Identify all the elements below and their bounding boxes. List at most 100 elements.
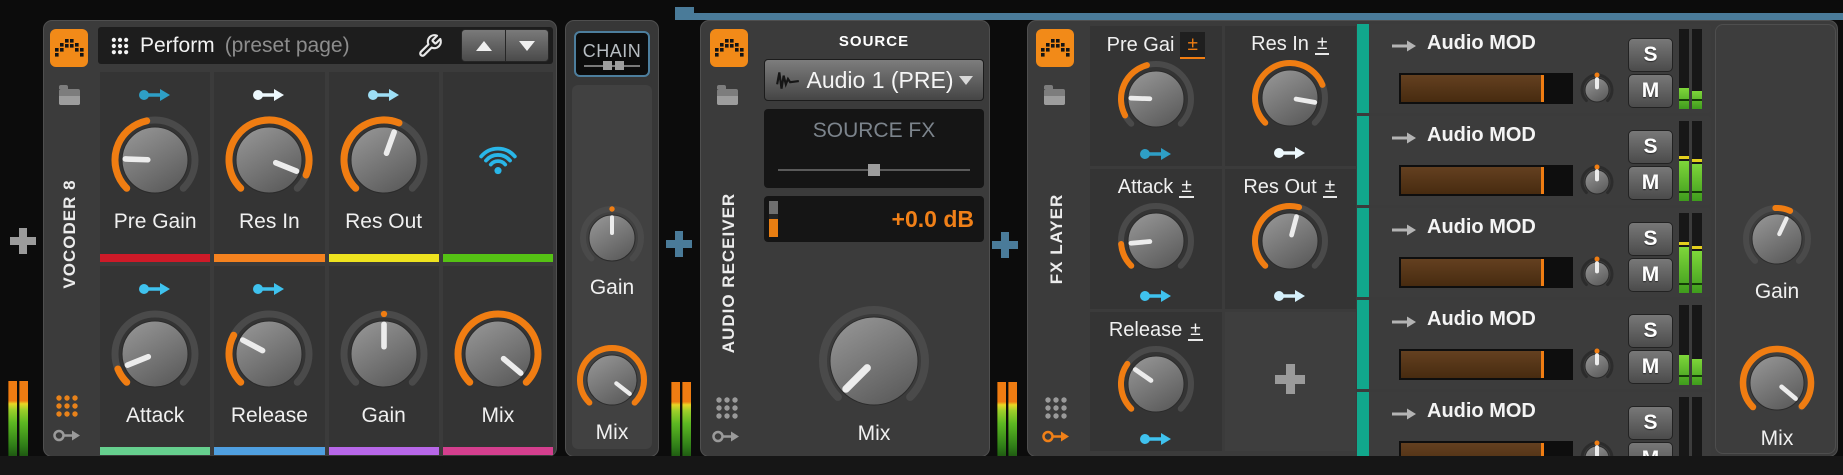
layer-mute-button[interactable]: M <box>1628 74 1673 108</box>
device-name-vertical: VOCODER 8 <box>60 179 80 288</box>
layer-volume-fader[interactable] <box>1399 73 1573 104</box>
pages-dots-icon[interactable] <box>110 36 130 56</box>
layer-row[interactable]: Audio MOD SM <box>1357 116 1711 205</box>
knob-mix[interactable] <box>450 306 546 402</box>
remote-mapping-icon[interactable] <box>711 428 743 445</box>
layer-row[interactable]: Audio MOD SM <box>1357 24 1711 113</box>
source-fx-slider[interactable] <box>778 164 970 176</box>
knob-gain[interactable] <box>336 306 432 402</box>
add-modulation-button[interactable]: ± <box>1188 320 1202 341</box>
knob-res-in[interactable] <box>1248 56 1332 140</box>
knob-res-in[interactable] <box>221 112 317 208</box>
layer-volume-fader[interactable] <box>1399 257 1573 288</box>
knob-mix[interactable] <box>1736 342 1818 424</box>
knob-attack[interactable] <box>107 306 203 402</box>
device-audio-receiver: AUDIO RECEIVER SOURCE Audio 1 (PRE) SOUR… <box>700 20 990 457</box>
layer-pan-knob[interactable] <box>1579 256 1615 292</box>
knob-pre-gai[interactable] <box>1114 57 1198 141</box>
knob-res-out[interactable] <box>336 112 432 208</box>
page-subtitle: (preset page) <box>225 34 350 58</box>
remote-pages-icon[interactable] <box>714 395 740 421</box>
preset-folder-icon[interactable] <box>1044 89 1065 105</box>
knob-pre-gain[interactable] <box>107 112 203 208</box>
slider-handle[interactable] <box>868 164 880 176</box>
knob-res-out[interactable] <box>1248 199 1332 283</box>
chain-gain-block: Gain <box>574 202 650 300</box>
layer-title[interactable]: Audio MOD <box>1427 308 1536 331</box>
mod-source-arrow-icon <box>251 86 287 106</box>
add-device-button[interactable] <box>10 228 36 254</box>
add-device-button[interactable] <box>992 232 1018 258</box>
add-modulation-button[interactable]: ± <box>1179 177 1193 198</box>
layer-solo-button[interactable]: S <box>1628 222 1673 256</box>
layer-pan-knob[interactable] <box>1579 440 1615 457</box>
add-modulation-button[interactable]: ± <box>1315 34 1329 55</box>
knob-release[interactable] <box>221 306 317 402</box>
device-fx-layer: FX LAYER Pre Gai±Res In±Attack±Res Out±R… <box>1027 20 1838 457</box>
layer-title[interactable]: Audio MOD <box>1427 400 1536 423</box>
add-device-button[interactable] <box>666 231 692 257</box>
layer-row[interactable]: Audio MOD SM <box>1357 208 1711 297</box>
preset-folder-icon[interactable] <box>717 89 738 105</box>
knob-cell-attack: Attack <box>100 266 210 455</box>
layer-row[interactable]: Audio MOD SM <box>1357 392 1711 457</box>
device-enable-icon[interactable] <box>50 29 88 67</box>
layer-volume-fader[interactable] <box>1399 165 1573 196</box>
layer-title[interactable]: Audio MOD <box>1427 32 1536 55</box>
source-select[interactable]: Audio 1 (PRE) <box>764 59 984 101</box>
device-enable-icon[interactable] <box>710 29 748 67</box>
knob-mix[interactable] <box>815 302 933 420</box>
layer-mute-button[interactable]: M <box>1628 166 1673 200</box>
gain-value[interactable]: +0.0 dB <box>892 196 974 242</box>
layer-title[interactable]: Audio MOD <box>1427 216 1536 239</box>
remote-mapping-icon[interactable] <box>52 427 84 444</box>
knob-gain[interactable] <box>1739 201 1815 277</box>
knob-release[interactable] <box>1114 342 1198 426</box>
layer-mute-button[interactable]: M <box>1628 350 1673 384</box>
knob-label: Res In <box>239 210 300 234</box>
chain-mixer-panel: GainMix <box>572 85 652 449</box>
remote-pages-icon[interactable] <box>54 393 80 419</box>
layer-mute-button[interactable]: M <box>1628 442 1673 457</box>
layer-title[interactable]: Audio MOD <box>1427 124 1536 147</box>
mod-source-arrow-icon <box>1272 144 1308 162</box>
knob-cell-pre-gain: Pre Gain <box>100 72 210 262</box>
macro-label: Res Out <box>1243 176 1316 199</box>
device-strip: FX LAYER <box>1028 21 1084 456</box>
layer-solo-button[interactable]: S <box>1628 38 1673 72</box>
selection-bar-notch <box>675 7 694 20</box>
mapping-color-bar <box>214 447 324 455</box>
layer-meter <box>1679 121 1702 201</box>
page-down-button[interactable] <box>505 29 549 62</box>
knob-mix[interactable] <box>573 341 651 419</box>
layer-solo-button[interactable]: S <box>1628 314 1673 348</box>
page-up-button[interactable] <box>461 29 505 62</box>
gain-display[interactable]: +0.0 dB <box>764 196 984 242</box>
preset-folder-icon[interactable] <box>59 89 80 105</box>
device-enable-icon[interactable] <box>1036 29 1074 67</box>
layer-pan-knob[interactable] <box>1579 348 1615 384</box>
add-modulation-button[interactable]: ± <box>1323 177 1337 198</box>
wireless-icon[interactable] <box>475 138 521 176</box>
layer-pan-knob[interactable] <box>1579 164 1615 200</box>
source-fx-slot[interactable]: SOURCE FX <box>764 109 984 188</box>
knob-gain[interactable] <box>576 202 648 274</box>
device-output-meter <box>8 381 28 457</box>
wrench-icon[interactable] <box>417 33 443 59</box>
layer-row[interactable]: Audio MOD SM <box>1357 300 1711 389</box>
layer-volume-fader[interactable] <box>1399 441 1573 457</box>
remote-pages-icon[interactable] <box>1043 395 1069 421</box>
chain-button[interactable]: CHAIN <box>574 31 650 77</box>
layer-pan-knob[interactable] <box>1579 72 1615 108</box>
remote-mapping-icon[interactable] <box>1041 428 1073 445</box>
add-macro-cell[interactable] <box>1225 312 1357 451</box>
page-title[interactable]: Perform <box>140 34 215 58</box>
add-modulation-button[interactable]: ± <box>1180 32 1204 59</box>
layer-volume-fader[interactable] <box>1399 349 1573 380</box>
layer-color-bar <box>1357 208 1369 297</box>
layer-solo-button[interactable]: S <box>1628 130 1673 164</box>
knob-attack[interactable] <box>1114 199 1198 283</box>
layer-solo-button[interactable]: S <box>1628 406 1673 440</box>
layer-mute-button[interactable]: M <box>1628 258 1673 292</box>
knob-cell-res-out: Res Out <box>329 72 439 262</box>
